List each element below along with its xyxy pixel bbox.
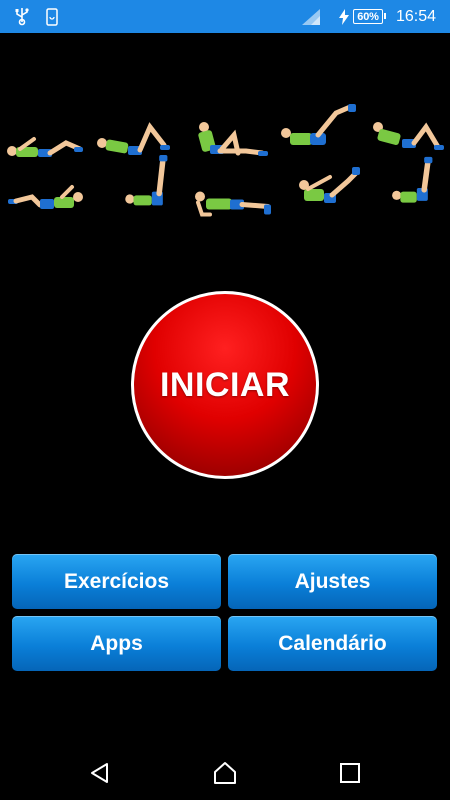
usb-icon xyxy=(12,0,32,33)
heel-touch-figure xyxy=(299,167,360,203)
battery-icon: 60% xyxy=(353,9,386,24)
recents-button[interactable] xyxy=(320,745,380,800)
back-icon xyxy=(91,762,108,783)
start-button[interactable]: INICIAR xyxy=(131,291,319,479)
calendar-button[interactable]: Calendário xyxy=(228,616,437,671)
status-bar: 60% 16:54 xyxy=(0,0,450,33)
exercises-label: Exercícios xyxy=(63,569,170,593)
home-icon xyxy=(214,761,236,784)
side-crunch-figure xyxy=(8,185,83,209)
apps-label: Apps xyxy=(90,631,143,655)
exercise-illustrations xyxy=(0,95,450,225)
battery-level: 60% xyxy=(357,10,379,23)
calendar-label: Calendário xyxy=(278,631,387,655)
navigation-bar xyxy=(0,745,450,800)
charging-icon xyxy=(337,0,351,33)
status-time: 16:54 xyxy=(396,8,437,25)
settings-label: Ajustes xyxy=(294,569,371,593)
apps-button[interactable]: Apps xyxy=(12,616,221,671)
vertical-crunch-figure xyxy=(392,156,433,203)
cellular-signal-icon xyxy=(300,0,322,33)
settings-button[interactable]: Ajustes xyxy=(228,554,437,609)
bicycle-crunch-figure xyxy=(198,122,268,156)
start-label: INICIAR xyxy=(159,365,291,404)
exercises-button[interactable]: Exercícios xyxy=(12,554,221,609)
plank-figure xyxy=(195,191,271,217)
home-button[interactable] xyxy=(195,745,255,800)
v-up-figure xyxy=(281,104,356,145)
back-button[interactable] xyxy=(70,745,130,800)
recents-icon xyxy=(340,762,360,783)
screenshot-notification-icon xyxy=(44,0,60,33)
leg-raise-figure xyxy=(125,155,168,206)
crunch-figure xyxy=(7,137,83,157)
